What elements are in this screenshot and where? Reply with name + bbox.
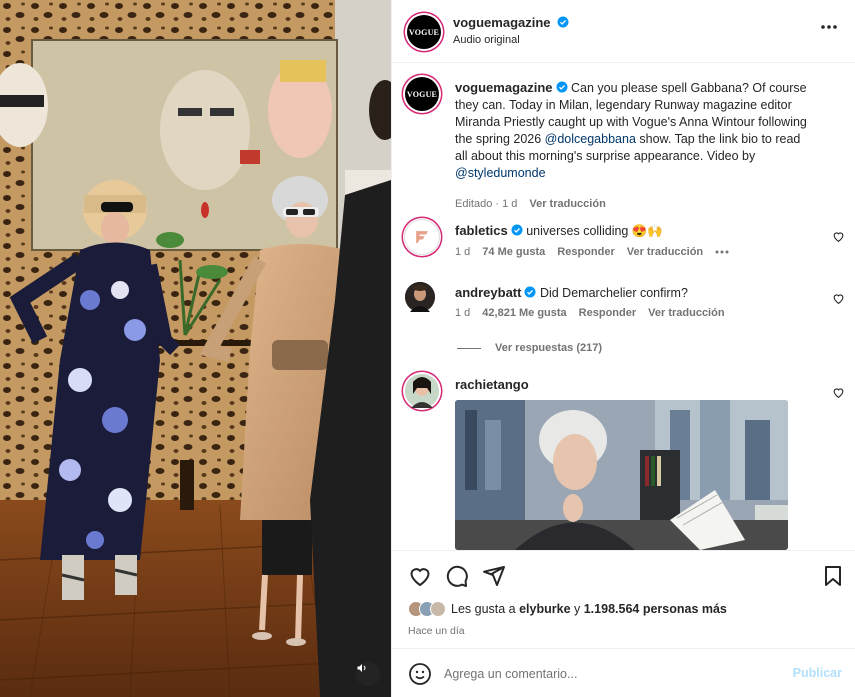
heart-icon[interactable] — [832, 230, 845, 243]
mention-link[interactable]: @dolcegabbana — [545, 132, 636, 146]
caption-meta: Editado · 1 d Ver traducción — [455, 198, 606, 210]
post-header: VOGUE voguemagazine Audio original — [392, 0, 855, 63]
avatar[interactable]: VOGUE — [407, 15, 441, 49]
verified-badge-icon — [557, 16, 569, 28]
view-replies-label: Ver respuestas (217) — [495, 342, 603, 354]
comment-body: Did Demarchelier confirm? — [539, 286, 688, 300]
post-actions: Les gusta a elyburke y 1.198.564 persona… — [392, 550, 855, 647]
comment-input[interactable] — [444, 663, 774, 685]
view-replies-button[interactable]: Ver respuestas (217) — [457, 342, 602, 354]
heart-icon[interactable] — [408, 564, 432, 588]
heart-icon[interactable] — [832, 292, 845, 305]
verified-badge-icon — [511, 224, 523, 236]
audio-label[interactable]: Audio original — [453, 34, 520, 46]
post-timestamp: Hace un día — [408, 625, 465, 637]
likes-text: Les gusta a elyburke y 1.198.564 persona… — [451, 602, 727, 616]
caption-username[interactable]: voguemagazine — [455, 80, 553, 95]
verified-badge-icon — [556, 81, 568, 93]
comment-icon[interactable] — [445, 564, 469, 588]
avatar-logo-text: VOGUE — [408, 27, 440, 37]
user-photo-icon — [405, 374, 439, 408]
translate-button[interactable]: Ver traducción — [529, 198, 605, 210]
post-comment-button[interactable]: Publicar — [793, 666, 842, 680]
avatar[interactable]: VOGUE — [405, 77, 439, 111]
comment-likes[interactable]: 74 Me gusta — [482, 246, 545, 258]
share-icon[interactable] — [482, 564, 506, 588]
comment-text: andreybatt Did Demarchelier confirm? — [455, 284, 688, 302]
comment-gif[interactable] — [455, 400, 788, 550]
avatar[interactable] — [405, 220, 439, 254]
likes-count[interactable]: 1.198.564 personas más — [584, 602, 727, 616]
comment-text: fabletics universes colliding 😍🙌 — [455, 222, 663, 240]
comments-list: VOGUE voguemagazine Can you please spell… — [392, 64, 855, 550]
post-details-panel: VOGUE voguemagazine Audio original VOGUE… — [391, 0, 855, 697]
avatar-logo-text: VOGUE — [406, 89, 438, 99]
likes-connector: y — [570, 602, 584, 616]
speaker-icon[interactable] — [356, 662, 380, 686]
liker-avatar — [430, 601, 446, 617]
comment-text: rachietango — [455, 376, 529, 394]
comment-time: 1 d — [455, 246, 471, 258]
edited-label: Editado · 1 d — [455, 198, 518, 210]
add-comment-bar: Publicar — [392, 648, 855, 697]
heart-icon[interactable] — [832, 386, 845, 399]
caption-text: voguemagazine Can you please spell Gabba… — [455, 79, 815, 182]
video-frame — [0, 0, 391, 697]
mention-link[interactable]: @styledumonde — [455, 166, 546, 180]
gif-image — [455, 400, 788, 550]
comment-time: 1 d — [455, 307, 471, 319]
author-username[interactable]: voguemagazine — [453, 15, 551, 30]
avatar[interactable] — [405, 282, 435, 312]
emoji-icon[interactable] — [408, 662, 432, 686]
comment-body: universes colliding 😍🙌 — [526, 224, 663, 238]
verified-badge-icon — [524, 286, 536, 298]
fabletics-logo-icon — [416, 231, 428, 243]
comment-username[interactable]: fabletics — [455, 223, 508, 238]
translate-button[interactable]: Ver traducción — [627, 246, 703, 258]
replies-divider — [457, 347, 481, 349]
comment-meta: 1 d 42,821 Me gusta Responder Ver traduc… — [455, 307, 725, 319]
post-video[interactable] — [0, 0, 391, 697]
liker-username[interactable]: elyburke — [519, 602, 570, 616]
avatar[interactable] — [405, 374, 439, 408]
reply-button[interactable]: Responder — [557, 246, 614, 258]
comment-likes[interactable]: 42,821 Me gusta — [482, 307, 566, 319]
more-horizontal-icon[interactable] — [715, 250, 729, 254]
comment-username[interactable]: rachietango — [455, 377, 529, 392]
likes-summary[interactable]: Les gusta a elyburke y 1.198.564 persona… — [408, 601, 727, 617]
translate-button[interactable]: Ver traducción — [648, 307, 724, 319]
comment-username[interactable]: andreybatt — [455, 285, 521, 300]
bookmark-icon[interactable] — [821, 564, 845, 588]
more-horizontal-icon[interactable] — [820, 24, 838, 30]
likes-prefix: Les gusta a — [451, 602, 520, 616]
reply-button[interactable]: Responder — [579, 307, 636, 319]
user-photo-icon — [405, 282, 435, 312]
comment-meta: 1 d 74 Me gusta Responder Ver traducción — [455, 246, 729, 258]
